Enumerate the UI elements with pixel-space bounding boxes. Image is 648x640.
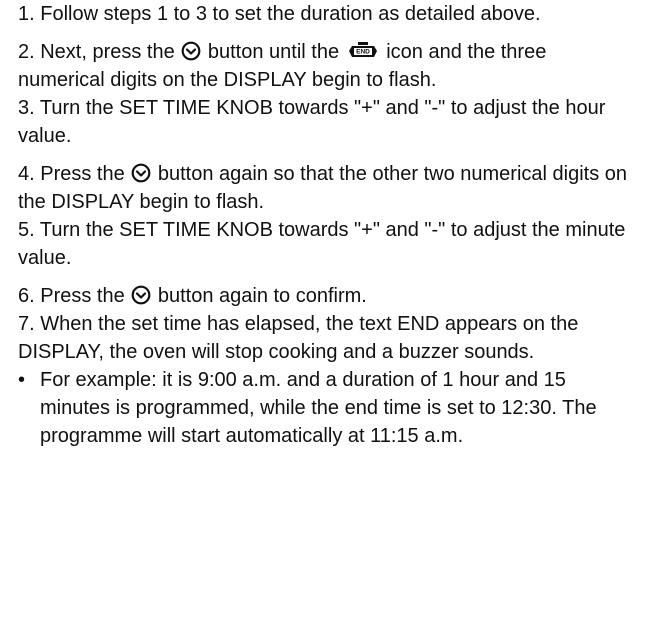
step-2-text-a: 2. Next, press the — [18, 41, 175, 63]
end-icon-label: END — [356, 49, 370, 56]
clock-icon — [131, 285, 151, 305]
step-1: 1. Follow steps 1 to 3 to set the durati… — [18, 3, 541, 25]
step-5: 5. Turn the SET TIME KNOB towards "+" an… — [18, 219, 626, 269]
instruction-text: 1. Follow steps 1 to 3 to set the durati… — [18, 0, 638, 450]
clock-icon — [131, 163, 151, 183]
step-2: 2. Next, press the button until the END … — [18, 38, 638, 94]
step-6: 6. Press the button again to confirm. — [18, 282, 638, 310]
step-3: 3. Turn the SET TIME KNOB towards "+" an… — [18, 97, 606, 147]
example-text: For example: it is 9:00 a.m. and a durat… — [40, 369, 597, 447]
clock-icon — [181, 41, 201, 61]
step-6-text-b: button again to confirm. — [157, 285, 367, 307]
step-4-text-a: 4. Press the — [18, 163, 125, 185]
bullet-dot: • — [18, 369, 26, 391]
end-icon: END — [348, 42, 377, 57]
step-6-text-a: 6. Press the — [18, 285, 125, 307]
example-bullet: • For example: it is 9:00 a.m. and a dur… — [18, 366, 638, 450]
step-7: 7. When the set time has elapsed, the te… — [18, 313, 579, 363]
step-2-text-b: button until the — [207, 41, 340, 63]
step-4: 4. Press the button again so that the ot… — [18, 160, 638, 216]
